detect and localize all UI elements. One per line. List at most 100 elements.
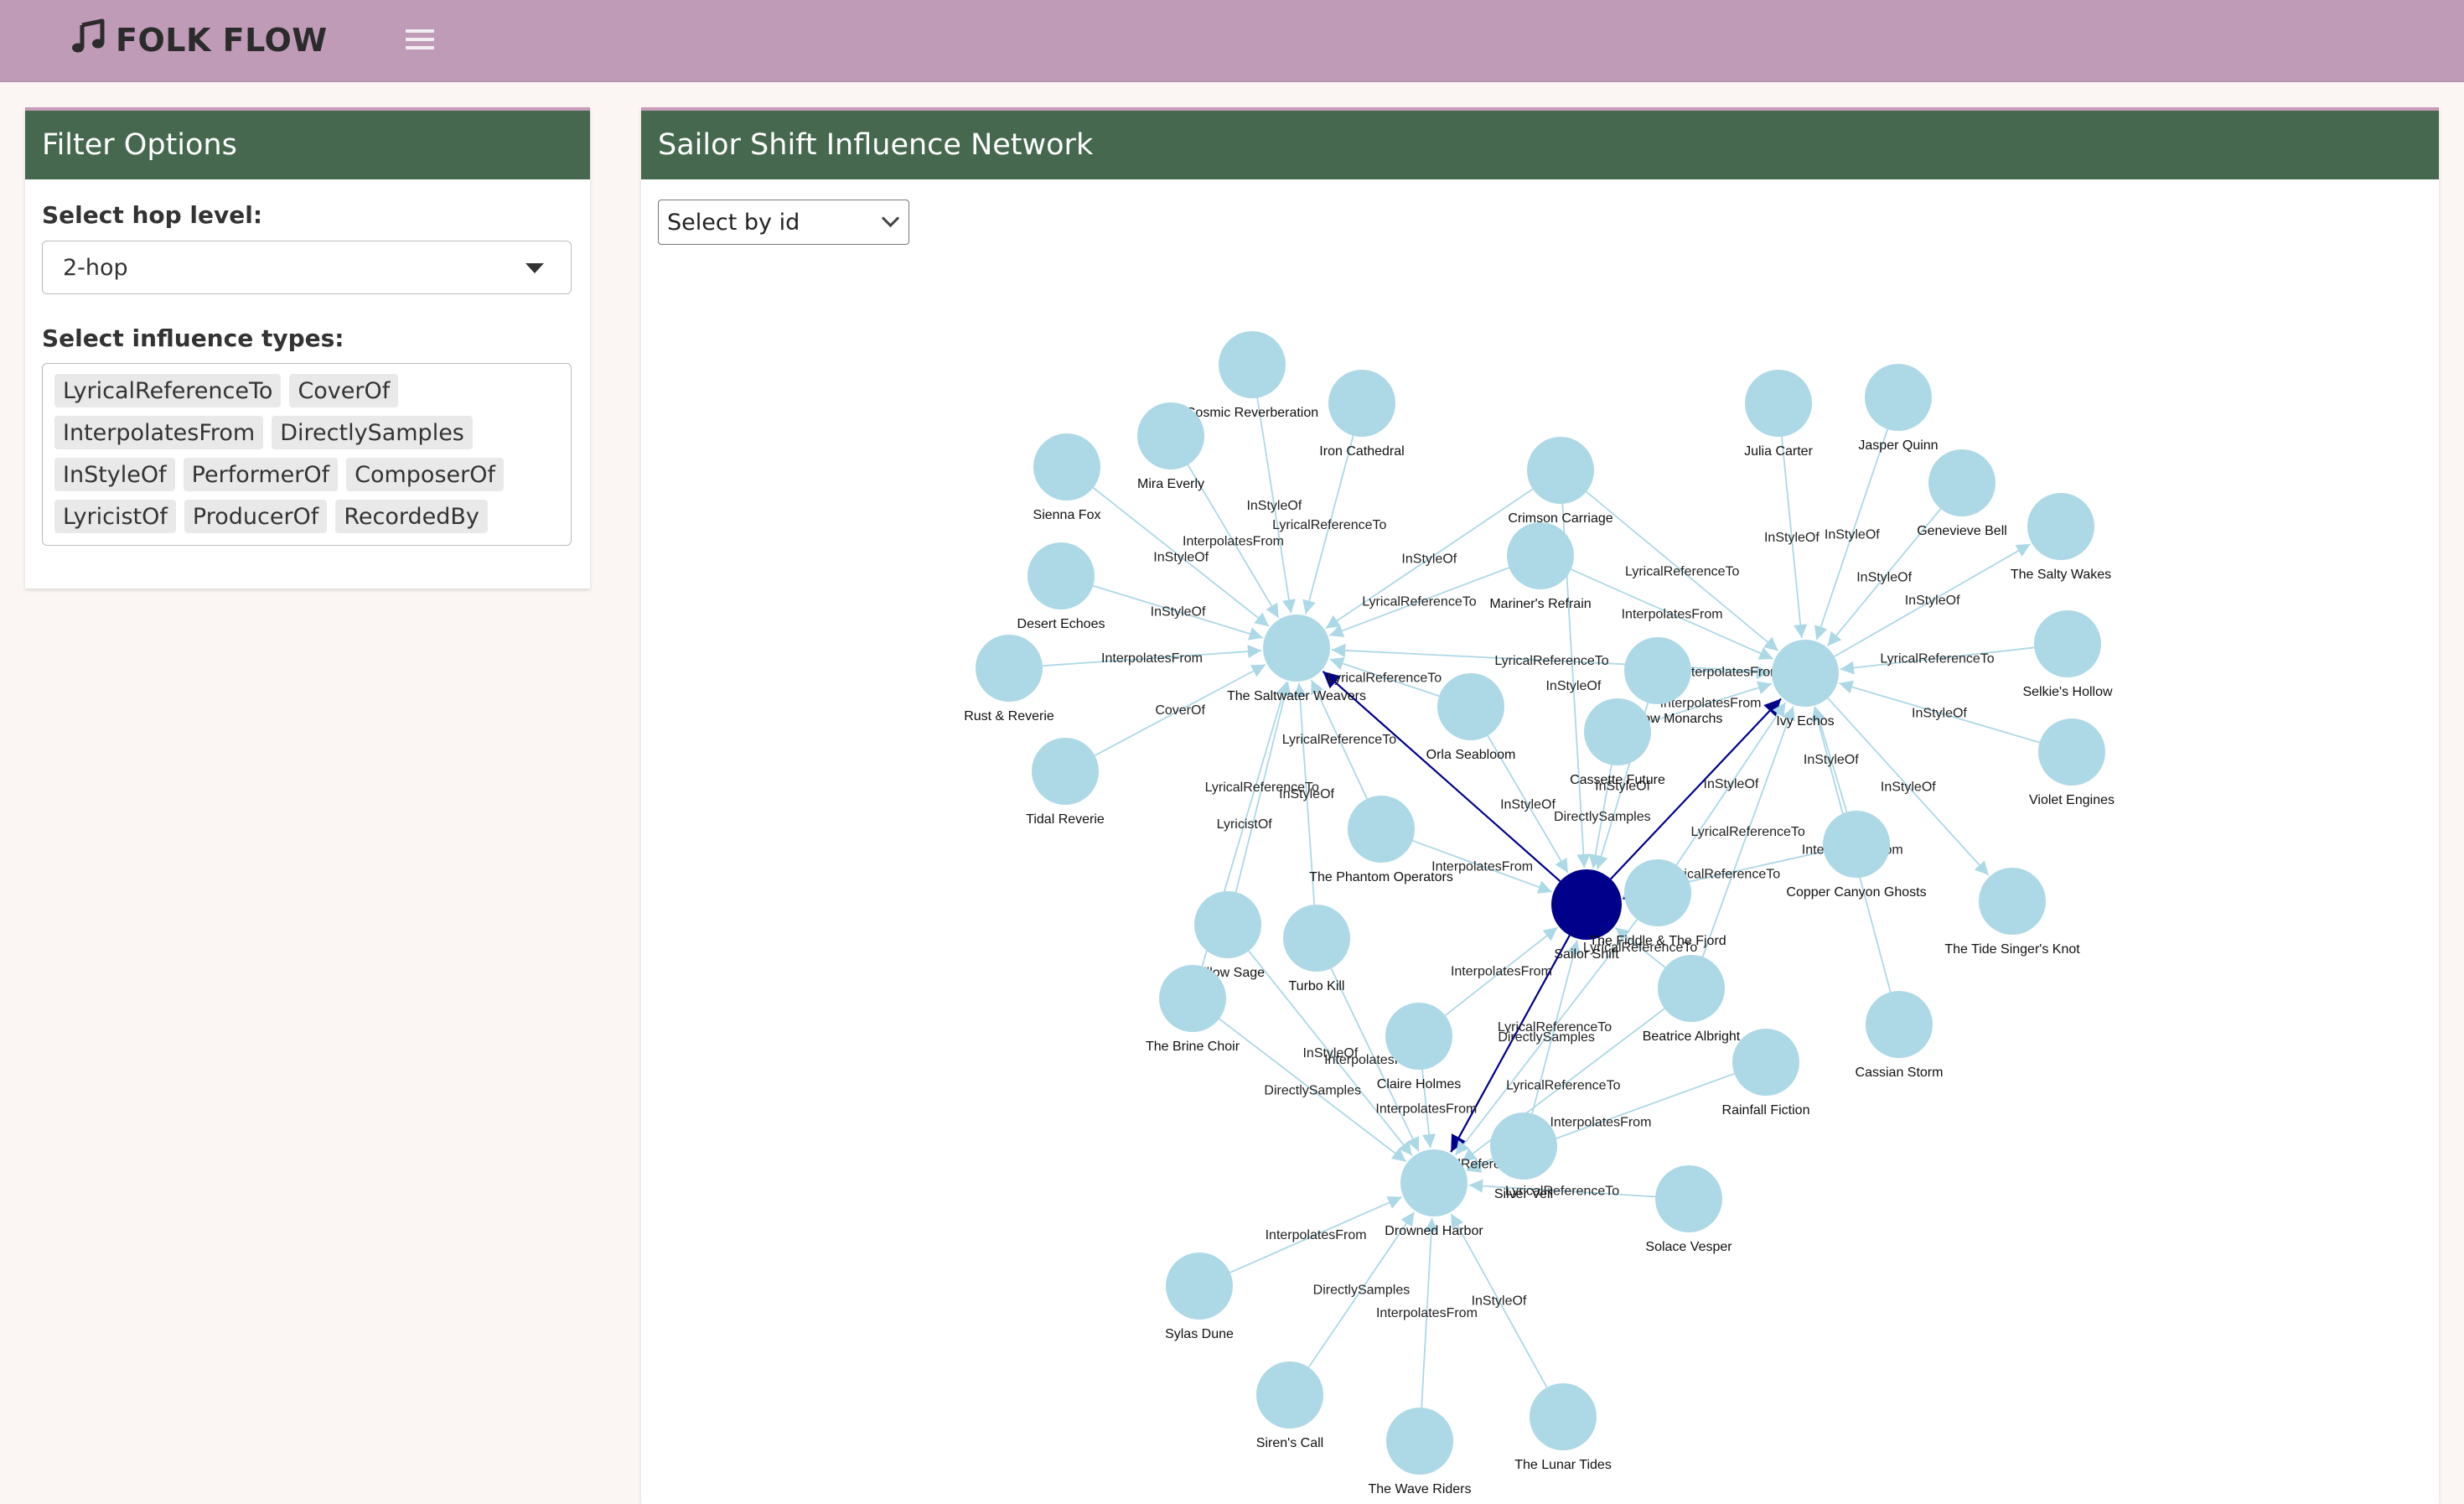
node-violet-engines[interactable]: Violet Engines [2029,718,2115,807]
node-circle[interactable] [1772,640,1839,707]
node-label: Jasper Quinn [1858,438,1938,453]
node-the-phantom-operators[interactable]: The Phantom Operators [1309,796,1453,884]
node-label: The Phantom Operators [1309,870,1453,884]
edge-label: InterpolatesFrom [1183,535,1284,549]
node-label: Crimson Carriage [1508,511,1612,526]
node-the-wave-riders[interactable]: The Wave Riders [1369,1408,1472,1496]
node-circle[interactable] [1823,811,1890,878]
node-mariner-s-refrain[interactable]: Mariner's Refrain [1489,522,1591,611]
node-circle[interactable] [1979,868,2046,935]
node-circle[interactable] [1348,796,1415,863]
node-circle[interactable] [2038,718,2105,786]
node-circle[interactable] [1028,542,1095,609]
node-circle[interactable] [1033,433,1100,500]
node-label: Beatrice Albright [1643,1029,1741,1044]
edge-label: InStyleOf [1151,605,1206,620]
node-circle[interactable] [1624,859,1691,926]
node-circle[interactable] [1551,869,1622,940]
edge-label: LyricalReferenceTo [1625,564,1739,578]
node-the-saltwater-weavers[interactable]: The Saltwater Weavers [1227,615,1366,703]
node-selkie-s-hollow[interactable]: Selkie's Hollow [2022,610,2113,699]
node-circle[interactable] [1490,1112,1557,1180]
node-ivy-echos[interactable]: Ivy Echos [1772,640,1839,729]
node-genevieve-bell[interactable]: Genevieve Bell [1917,449,2007,538]
node-circle[interactable] [1032,738,1099,805]
node-iron-cathedral[interactable]: Iron Cathedral [1319,370,1404,459]
node-circle[interactable] [1219,331,1286,398]
node-circle[interactable] [1400,1149,1468,1216]
node-the-lunar-tides[interactable]: The Lunar Tides [1514,1383,1612,1472]
edge-label: InStyleOf [1246,499,1302,513]
node-circle[interactable] [2027,493,2094,560]
node-the-salty-wakes[interactable]: The Salty Wakes [2011,493,2111,582]
node-circle[interactable] [1328,370,1395,437]
nodes: Sailor ShiftThe Saltwater WeaversIvy Ech… [964,331,2115,1496]
influence-network-graph[interactable]: InStyleOf LyricalReferenceTo InterpolatesF… [0,0,2464,1501]
node-circle[interactable] [1655,1165,1722,1232]
node-circle[interactable] [1194,891,1261,958]
node-label: Julia Carter [1744,444,1813,459]
node-circle[interactable] [1137,402,1204,469]
node-circle[interactable] [1385,1003,1452,1070]
edge-label: LyricalReferenceTo [1494,654,1608,668]
node-label: The Saltwater Weavers [1227,689,1366,703]
node-circle[interactable] [1159,965,1226,1032]
node-the-tide-singer-s-knot[interactable]: The Tide Singer's Knot [1944,868,2080,957]
node-claire-holmes[interactable]: Claire Holmes [1377,1003,1461,1092]
node-circle[interactable] [1283,905,1350,972]
node-label: Copper Canyon Ghosts [1786,885,1926,900]
node-rust-and-reverie[interactable]: Rust & Reverie [964,635,1054,723]
node-circle[interactable] [1745,370,1812,437]
edge-label: InStyleOf [1279,787,1334,801]
node-cassian-storm[interactable]: Cassian Storm [1856,991,1944,1080]
edge-label: InStyleOf [1825,528,1880,542]
node-circle[interactable] [1386,1408,1453,1475]
edge-label: InStyleOf [1472,1294,1527,1308]
node-label: Selkie's Hollow [2022,685,2113,699]
node-silver-veil[interactable]: Silver Veil [1490,1112,1557,1201]
node-circle[interactable] [1166,1252,1233,1320]
node-solace-vesper[interactable]: Solace Vesper [1645,1165,1732,1254]
node-label: Orla Seabloom [1426,748,1516,762]
edge-label: CoverOf [1155,703,1205,718]
node-circle[interactable] [1507,522,1574,589]
node-circle[interactable] [1263,615,1330,682]
node-label: Mira Everly [1137,477,1204,491]
node-cosmic-reverberation[interactable]: Cosmic Reverberation [1186,331,1318,420]
node-siren-s-call[interactable]: Siren's Call [1256,1361,1323,1450]
node-beatrice-albright[interactable]: Beatrice Albright [1643,955,1741,1044]
node-circle[interactable] [1584,698,1651,765]
node-label: The Brine Choir [1146,1040,1240,1054]
node-circle[interactable] [2034,610,2101,677]
node-label: Cassette Future [1570,773,1665,787]
node-sienna-fox[interactable]: Sienna Fox [1033,433,1101,522]
node-circle[interactable] [1658,955,1725,1022]
node-jasper-quinn[interactable]: Jasper Quinn [1858,364,1938,453]
node-turbo-kill[interactable]: Turbo Kill [1283,905,1350,993]
edge-label: InterpolatesFrom [1266,1228,1367,1242]
edge-label: InStyleOf [1856,571,1912,585]
node-circle[interactable] [1530,1383,1597,1450]
edge-label: InStyleOf [1500,797,1556,812]
node-label: Turbo Kill [1289,979,1345,993]
node-desert-echoes[interactable]: Desert Echoes [1017,542,1105,631]
edge-label: InterpolatesFrom [1376,1306,1478,1320]
node-crimson-carriage[interactable]: Crimson Carriage [1508,437,1612,526]
node-circle[interactable] [1865,364,1932,431]
node-orla-seabloom[interactable]: Orla Seabloom [1426,673,1516,762]
node-circle[interactable] [1732,1029,1799,1096]
node-circle[interactable] [1624,637,1691,704]
node-circle[interactable] [1527,437,1594,504]
node-label: Siren's Call [1256,1436,1323,1450]
node-sylas-dune[interactable]: Sylas Dune [1165,1252,1234,1341]
node-circle[interactable] [976,635,1043,702]
node-circle[interactable] [1928,449,1996,516]
node-circle[interactable] [1866,991,1933,1058]
node-julia-carter[interactable]: Julia Carter [1744,370,1813,459]
node-mira-everly[interactable]: Mira Everly [1137,402,1204,491]
edge-label: InStyleOf [1704,777,1759,791]
node-label: Cassian Storm [1856,1066,1944,1080]
node-tidal-reverie[interactable]: Tidal Reverie [1026,738,1105,827]
node-circle[interactable] [1437,673,1504,740]
node-circle[interactable] [1256,1361,1323,1429]
